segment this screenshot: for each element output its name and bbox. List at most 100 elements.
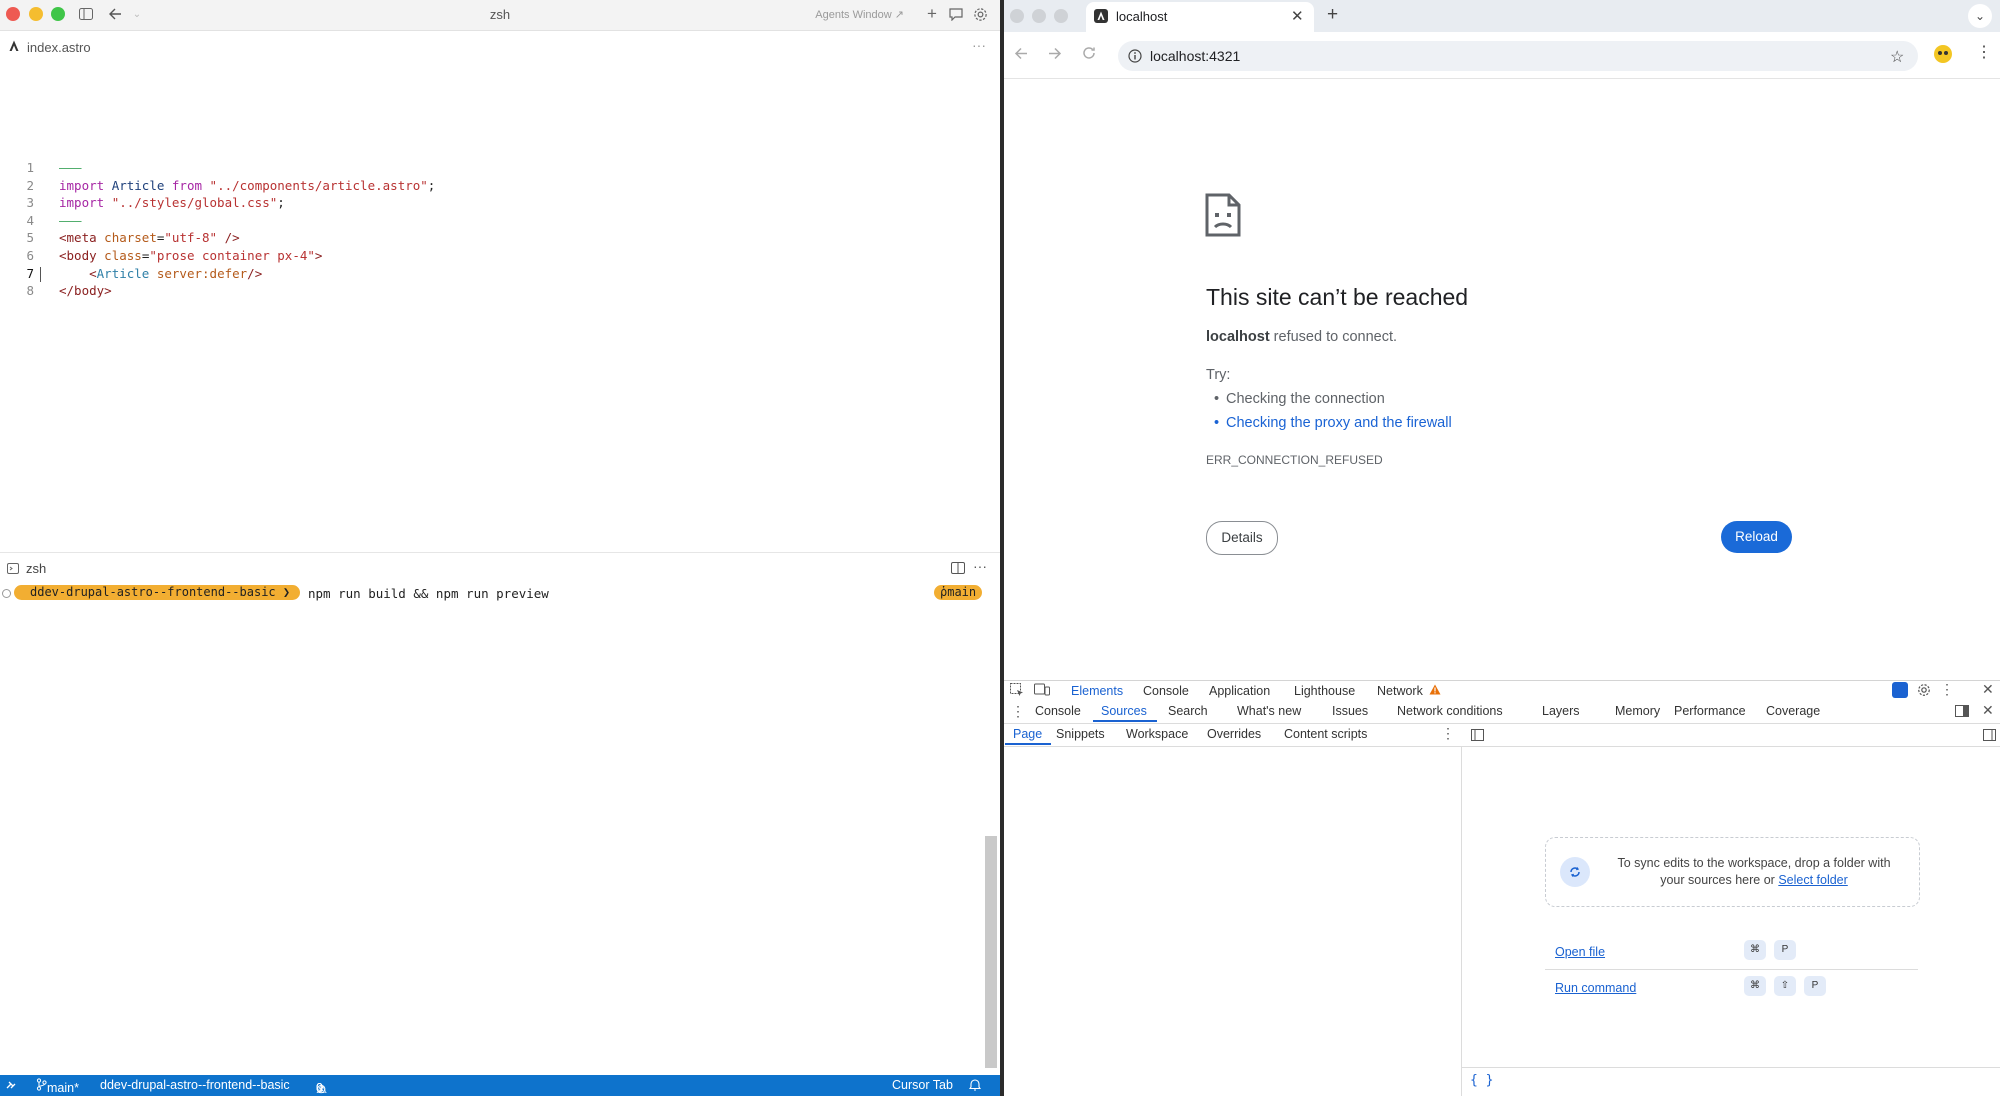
details-button[interactable]: Details — [1206, 521, 1278, 555]
line-number: 8 — [26, 283, 34, 299]
close-drawer-icon[interactable]: ✕ — [1982, 702, 1994, 719]
drawer-menu-icon[interactable]: ⋮ — [1011, 703, 1025, 720]
sources-tab-overrides[interactable]: Overrides — [1207, 727, 1261, 741]
drawer-tab-what-s-new[interactable]: What's new — [1237, 704, 1301, 718]
tab-search-icon[interactable]: ⌄ — [1968, 4, 1992, 28]
code-line[interactable]: import Article from "../components/artic… — [59, 178, 435, 193]
browser-window: localhost ✕ + ⌄ localhost:4321 ☆ ⋮ This … — [1004, 0, 2000, 1096]
sources-navigator-tabs: Page Snippets Workspace Overrides Content sc… — [1004, 724, 2000, 747]
devtools-tab-network[interactable]: Network — [1377, 684, 1423, 698]
agents-window-link[interactable]: Agents Window ↗ — [815, 8, 904, 21]
run-command-shortcut-row: Run command — [1555, 979, 1636, 997]
new-tab-icon[interactable]: + — [1327, 4, 1338, 26]
reload-icon[interactable] — [1082, 46, 1096, 60]
drawer-tab-sources[interactable]: Sources — [1101, 704, 1147, 718]
open-file-link[interactable]: Open file — [1555, 945, 1605, 959]
zoom-window-button[interactable] — [1054, 9, 1068, 23]
dock-side-icon[interactable] — [1955, 705, 1969, 717]
cursor-tab-label[interactable]: Cursor Tab — [892, 1078, 953, 1092]
browser-tab[interactable]: localhost ✕ — [1086, 2, 1314, 32]
drawer-tab-performance[interactable]: Performance — [1674, 704, 1746, 718]
site-info-icon[interactable] — [1128, 49, 1142, 63]
line-number: 5 — [26, 230, 34, 246]
code-line[interactable]: </body> — [59, 283, 112, 298]
device-toolbar-icon[interactable] — [1034, 683, 1050, 697]
address-bar[interactable]: localhost:4321 ☆ — [1118, 41, 1918, 71]
close-devtools-icon[interactable]: ✕ — [1982, 681, 1994, 698]
error-message: localhost refused to connect. — [1206, 329, 1397, 345]
editor-window: ⌄ zsh Agents Window ↗ + index.astro ··· … — [0, 0, 1000, 1096]
drawer-tab-coverage[interactable]: Coverage — [1766, 704, 1820, 718]
prompt-directory: ddev-drupal-astro--frontend--basic ❯ — [14, 585, 301, 600]
url-text: localhost:4321 — [1150, 48, 1241, 64]
file-tab-label[interactable]: index.astro — [27, 40, 91, 55]
terminal-scrollbar[interactable] — [985, 836, 997, 1068]
status-bar: main* ddev-drupal-astro--frontend--basic… — [0, 1075, 1000, 1096]
code-line[interactable]: <body class="prose container px-4"> — [59, 248, 322, 263]
drawer-tab-console[interactable]: Console — [1035, 704, 1081, 718]
drawer-tab-layers[interactable]: Layers — [1542, 704, 1580, 718]
shortcut-key: P — [1774, 940, 1796, 960]
devtools-tab-console[interactable]: Console — [1143, 684, 1189, 698]
drawer-tab-network-conditions[interactable]: Network conditions — [1397, 704, 1503, 718]
inspect-element-icon[interactable] — [1010, 683, 1024, 697]
terminal-more-icon[interactable]: ··· — [973, 558, 987, 574]
reload-button[interactable]: Reload — [1721, 521, 1792, 553]
toggle-navigator-icon[interactable] — [1471, 729, 1484, 741]
run-command-link[interactable]: Run command — [1555, 981, 1636, 995]
drawer-tab-memory[interactable]: Memory — [1615, 704, 1660, 718]
new-icon[interactable]: + — [923, 4, 941, 23]
devtools-settings-gear-icon[interactable] — [1917, 683, 1931, 697]
drawer-tab-search[interactable]: Search — [1168, 704, 1208, 718]
devtools-menu-icon[interactable]: ⋮ — [1940, 681, 1954, 698]
code-line[interactable]: <Article server:defer/> — [59, 266, 262, 281]
project-name[interactable]: ddev-drupal-astro--frontend--basic — [100, 1078, 290, 1092]
chat-icon[interactable] — [947, 5, 965, 23]
line-number: 4 — [26, 212, 34, 228]
error-page: This site can’t be reached localhost ref… — [1004, 79, 2000, 679]
sources-tab-content-scripts[interactable]: Content scripts — [1284, 727, 1367, 741]
sources-tab-snippets[interactable]: Snippets — [1056, 727, 1105, 741]
terminal-title[interactable]: zsh — [26, 561, 46, 576]
sources-tab-page[interactable]: Page — [1013, 727, 1042, 741]
toggle-debugger-icon[interactable] — [1983, 729, 1996, 741]
suggestion-link[interactable]: Checking the proxy and the firewall — [1214, 415, 1452, 431]
try-label: Try: — [1206, 367, 1231, 383]
devtools-main-tabs: Elements Console Application Lighthouse Netw… — [1004, 681, 2000, 701]
agents-window-label: Agents Window — [815, 9, 892, 21]
navigator-more-icon[interactable]: ⋮ — [1441, 725, 1455, 742]
select-folder-link[interactable]: Select folder — [1778, 873, 1847, 887]
code-editor[interactable]: 1 ——— 2 import Article from "../components/… — [0, 160, 1000, 320]
code-line[interactable]: import "../styles/global.css"; — [59, 195, 285, 210]
close-tab-icon[interactable]: ✕ — [1291, 7, 1304, 25]
minimize-window-button[interactable] — [1032, 9, 1046, 23]
shortcut-divider — [1545, 969, 1918, 970]
code-line[interactable]: ——— — [59, 213, 82, 228]
branch-indicator[interactable]: main* — [36, 1078, 79, 1095]
settings-gear-icon[interactable] — [971, 5, 989, 23]
more-actions-icon[interactable]: ··· — [972, 37, 986, 53]
pretty-print-button[interactable]: { } — [1470, 1073, 1493, 1088]
notifications-bell-icon[interactable] — [969, 1078, 981, 1091]
sync-icon — [1560, 857, 1590, 887]
error-message-text: refused to connect. — [1269, 329, 1398, 345]
code-line[interactable]: <meta charset="utf-8" /> — [59, 230, 240, 245]
terminal-command[interactable]: npm run build && npm run preview — [308, 586, 549, 601]
remote-icon[interactable] — [5, 1078, 17, 1092]
devtools-ai-icon[interactable] — [1892, 682, 1908, 698]
code-line[interactable]: ——— — [59, 160, 82, 175]
bookmark-star-icon[interactable]: ☆ — [1890, 47, 1904, 67]
browser-menu-icon[interactable]: ⋮ — [1976, 42, 1992, 62]
close-window-button[interactable] — [1010, 9, 1024, 23]
sources-tab-workspace[interactable]: Workspace — [1126, 727, 1188, 741]
devtools-tab-application[interactable]: Application — [1209, 684, 1270, 698]
devtools-tab-lighthouse[interactable]: Lighthouse — [1294, 684, 1355, 698]
forward-arrow-icon[interactable] — [1048, 47, 1062, 60]
split-terminal-icon[interactable] — [951, 562, 965, 574]
tab-title: localhost — [1116, 9, 1168, 24]
drawer-tab-issues[interactable]: Issues — [1332, 704, 1368, 718]
back-arrow-icon[interactable] — [1014, 47, 1028, 60]
profile-avatar[interactable] — [1934, 45, 1952, 63]
workspace-drop-zone[interactable]: To sync edits to the workspace, drop a f… — [1545, 837, 1920, 907]
devtools-tab-elements[interactable]: Elements — [1071, 684, 1123, 698]
